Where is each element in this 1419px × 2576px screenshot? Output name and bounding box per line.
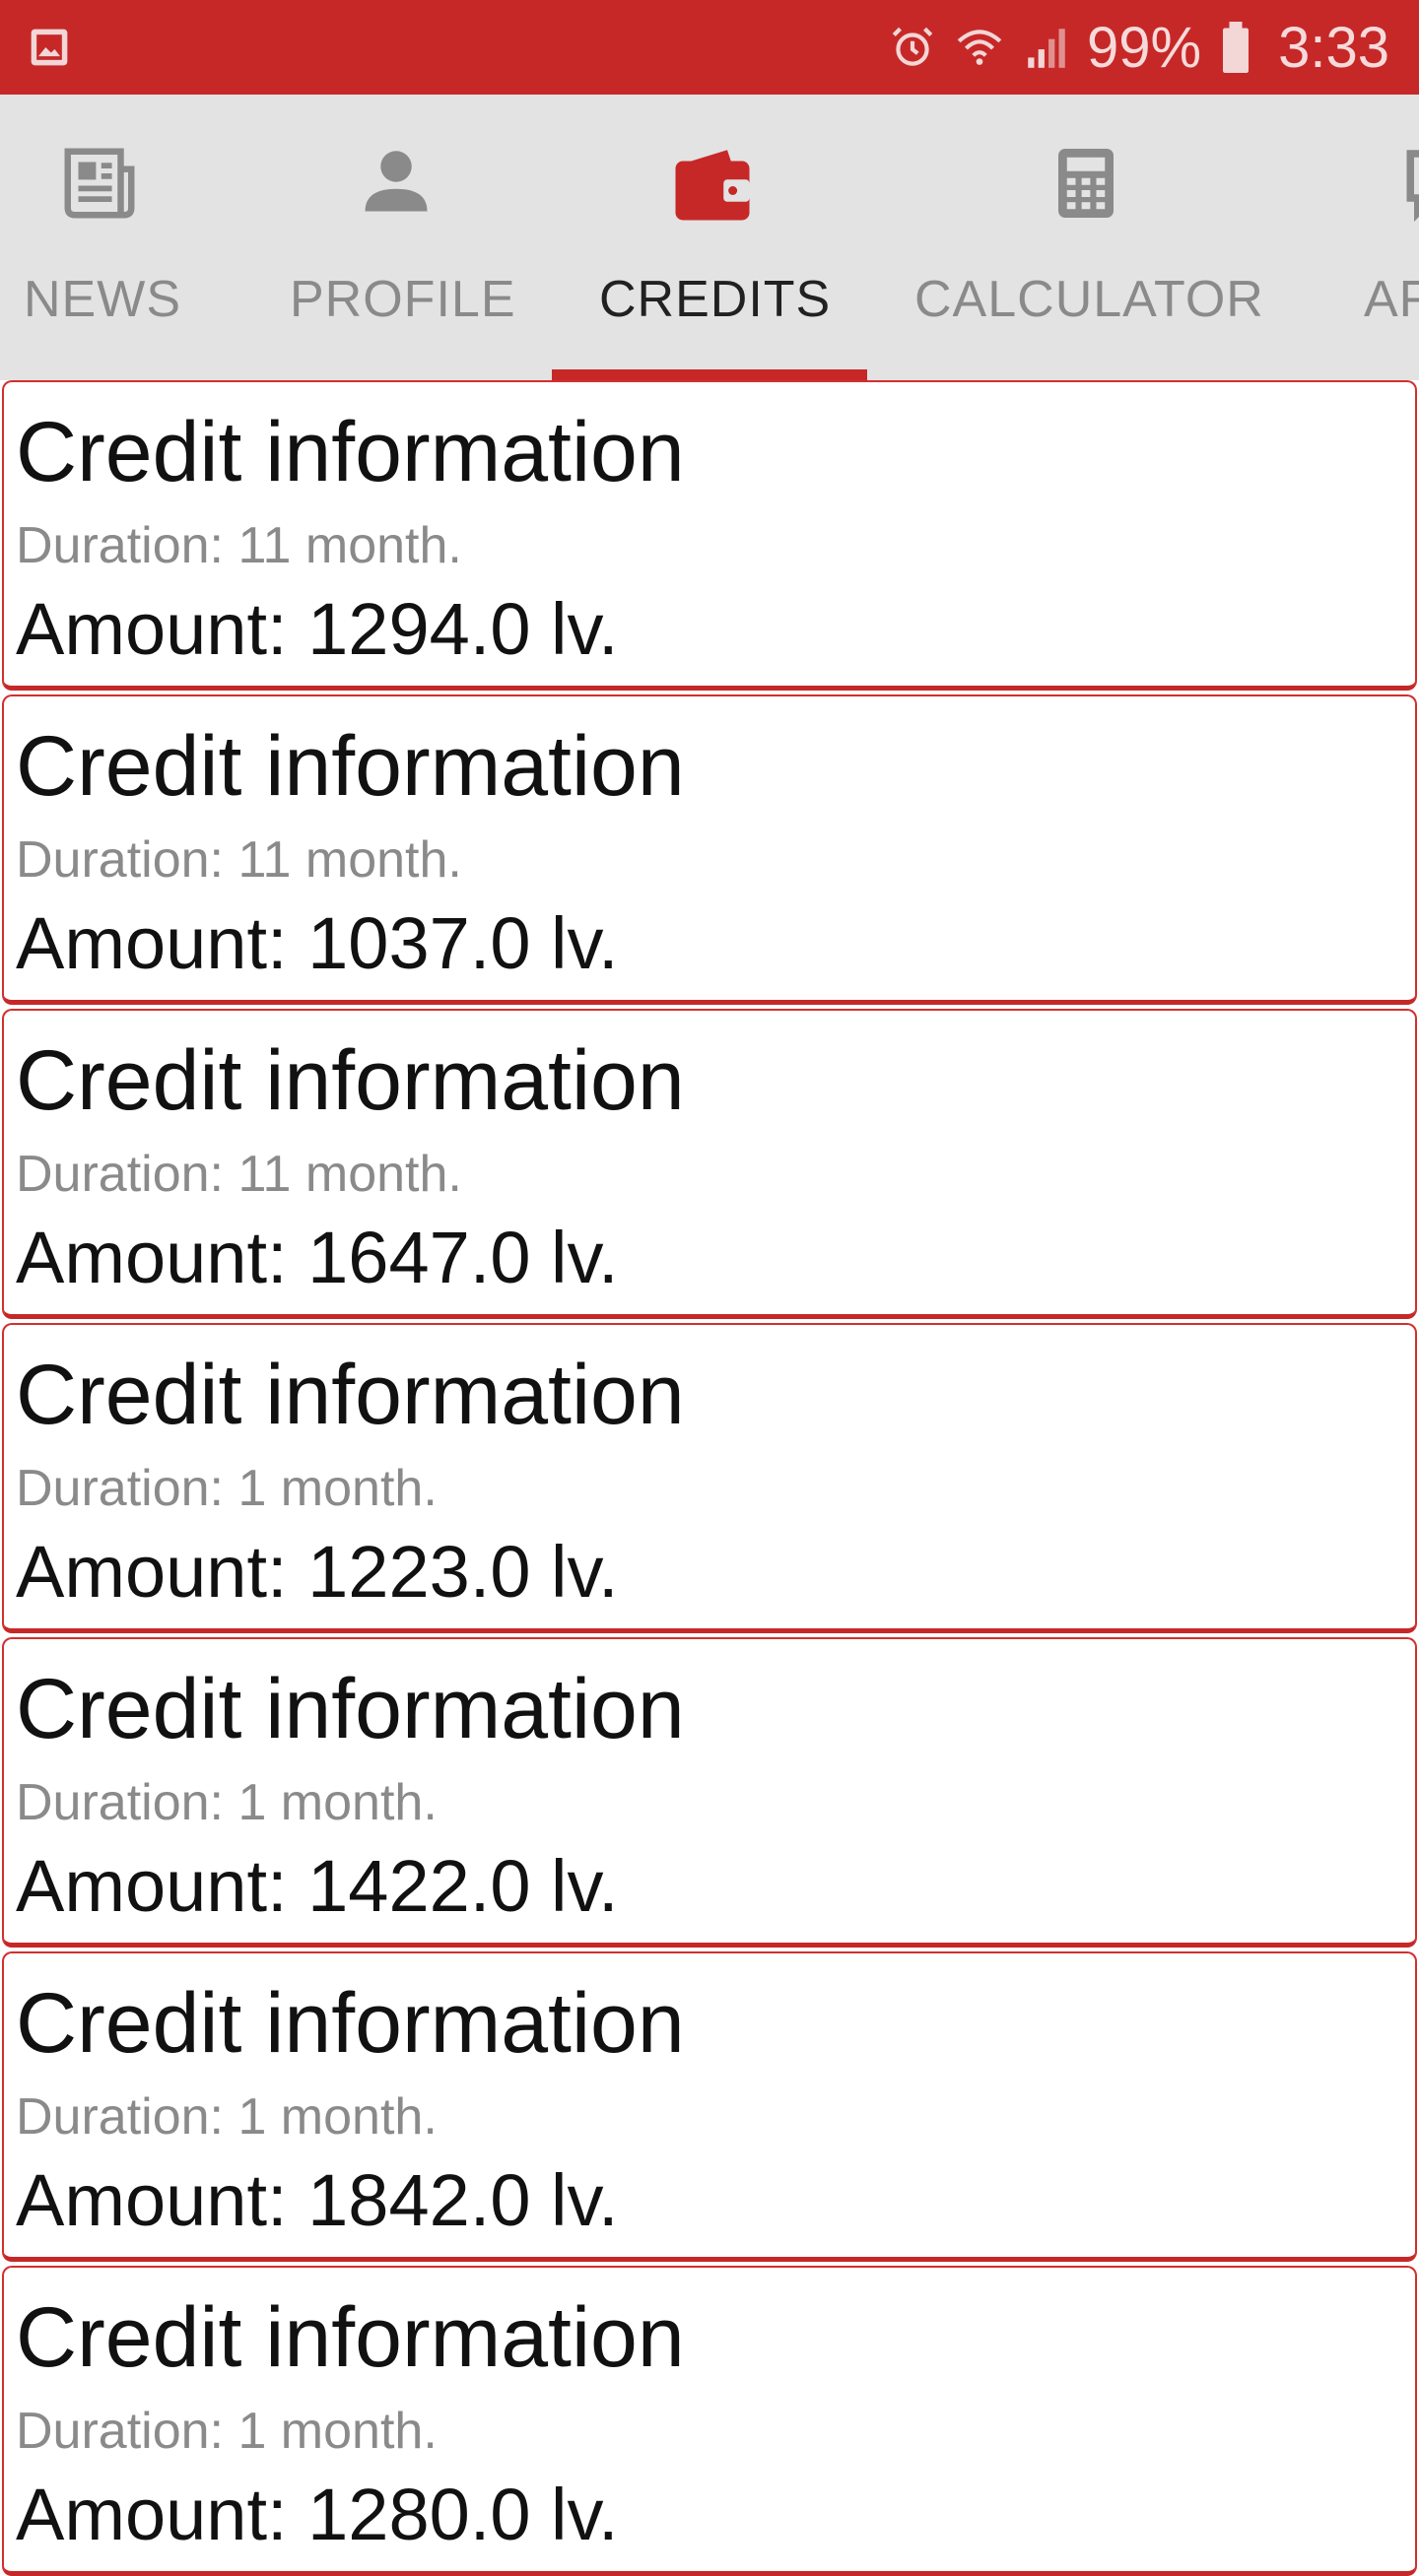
tab-credits[interactable]: CREDITS (552, 95, 867, 380)
credit-card[interactable]: Credit information Duration: 1 month. Am… (2, 1637, 1417, 1948)
credit-amount: Amount: 1037.0 lv. (16, 902, 619, 984)
credit-duration: Duration: 1 month. (16, 2088, 438, 2146)
credit-duration: Duration: 11 month. (16, 1146, 462, 1203)
credit-card[interactable]: Credit information Duration: 11 month. A… (2, 380, 1417, 691)
credit-duration: Duration: 11 month. (16, 831, 462, 889)
tab-calculator[interactable]: CALCULATOR (897, 95, 1291, 380)
calculator-icon (1058, 149, 1114, 218)
battery-icon (1219, 22, 1252, 73)
credit-card[interactable]: Credit information Duration: 1 month. Am… (2, 1323, 1417, 1633)
credit-amount: Amount: 1223.0 lv. (16, 1531, 619, 1613)
active-tab-indicator (552, 369, 867, 380)
tab-more[interactable]: AF (1320, 95, 1419, 380)
credit-card[interactable]: Credit information Duration: 1 month. Am… (2, 1951, 1417, 2262)
credit-duration: Duration: 11 month. (16, 517, 462, 574)
credit-card[interactable]: Credit information Duration: 11 month. A… (2, 1009, 1417, 1319)
gallery-icon (31, 29, 68, 66)
credit-card[interactable]: Credit information Duration: 11 month. A… (2, 694, 1417, 1005)
credit-amount: Amount: 1647.0 lv. (16, 1217, 619, 1298)
credit-title: Credit information (16, 719, 685, 814)
credit-title: Credit information (16, 1033, 685, 1128)
credit-duration: Duration: 1 month. (16, 1774, 438, 1831)
credit-title: Credit information (16, 1662, 685, 1756)
tab-news-label: NEWS (24, 271, 181, 328)
chat-icon (1406, 150, 1419, 223)
tab-more-label: AF (1364, 271, 1419, 328)
credit-title: Credit information (16, 1348, 685, 1442)
clock: 3:33 (1278, 15, 1389, 80)
newspaper-icon (64, 148, 135, 219)
wallet-icon (675, 150, 750, 221)
battery-percentage: 99% (1087, 15, 1202, 80)
credit-amount: Amount: 1842.0 lv. (16, 2159, 619, 2241)
credit-card[interactable]: Credit information Duration: 1 month. Am… (2, 2266, 1417, 2576)
wifi-icon (955, 23, 1004, 72)
tab-news[interactable]: NEWS (0, 95, 197, 380)
status-icons: 99% 3:33 (870, 0, 1389, 95)
credit-title: Credit information (16, 1976, 685, 2071)
tab-profile-label: PROFILE (290, 271, 516, 328)
credit-amount: Amount: 1422.0 lv. (16, 1845, 619, 1927)
signal-icon (1022, 23, 1071, 72)
credit-duration: Duration: 1 month. (16, 2403, 438, 2460)
credit-title: Credit information (16, 405, 685, 499)
tab-bar: NEWS PROFILE CREDITS CALCULATOR AF (0, 95, 1419, 380)
tab-calculator-label: CALCULATOR (914, 271, 1264, 328)
alarm-icon (888, 23, 937, 72)
credit-title: Credit information (16, 2290, 685, 2385)
tab-profile[interactable]: PROFILE (256, 95, 532, 380)
credit-duration: Duration: 1 month. (16, 1460, 438, 1517)
credit-amount: Amount: 1280.0 lv. (16, 2474, 619, 2555)
status-bar: 99% 3:33 (0, 0, 1419, 95)
tab-credits-label: CREDITS (599, 271, 832, 328)
person-icon (365, 151, 428, 212)
credit-amount: Amount: 1294.0 lv. (16, 588, 619, 670)
